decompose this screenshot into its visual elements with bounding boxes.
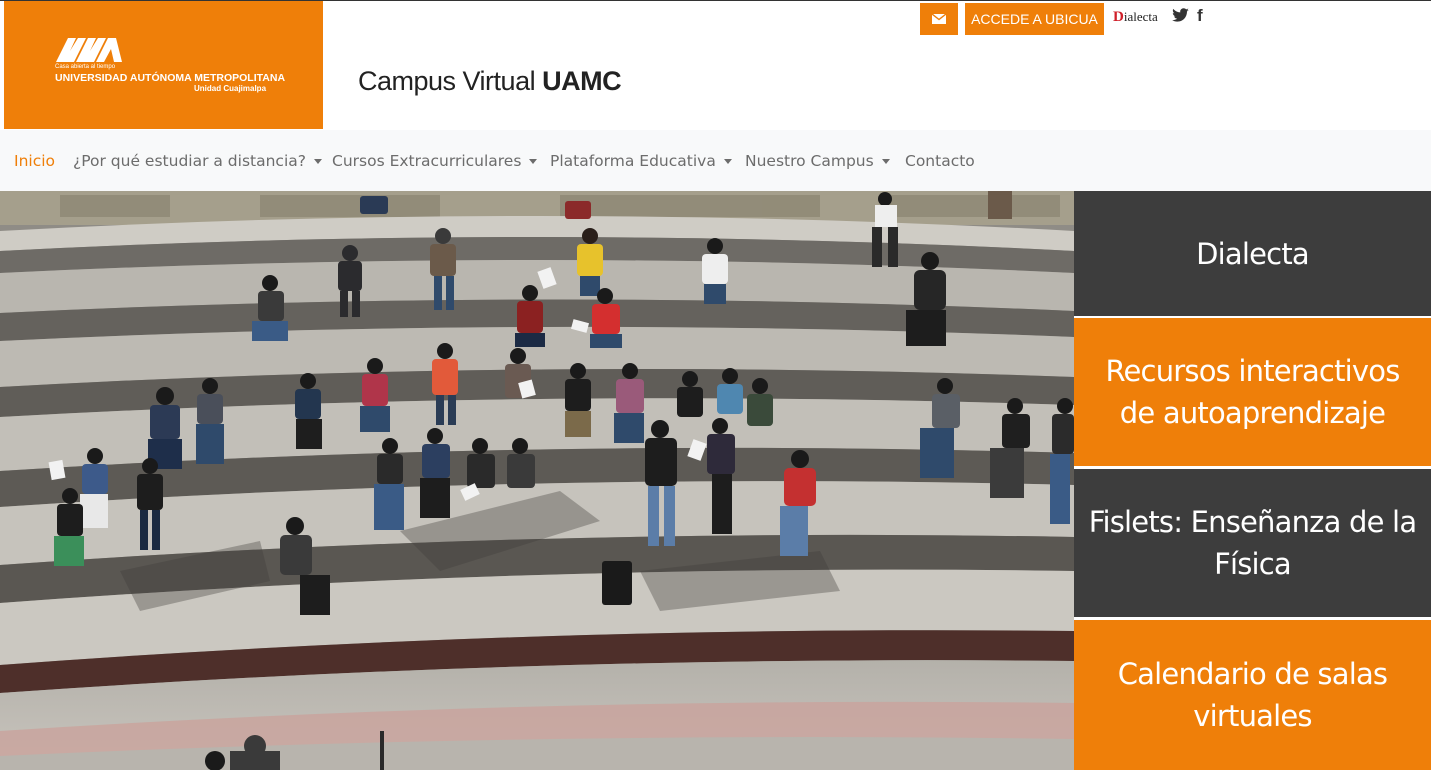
nav-item-nuestro-campus[interactable]: Nuestro Campus [745,130,890,191]
tile-fislets[interactable]: Fislets: Enseñanza de la Física [1074,469,1431,617]
dialecta-logo-link[interactable]: Dialecta [1113,9,1158,26]
envelope-icon [932,14,946,24]
dialecta-logo-initial: D [1113,9,1124,25]
tile-label: Recursos interactivos de autoaprendizaje [1105,354,1400,430]
nav-item-label: Inicio [14,151,56,170]
uam-logo[interactable]: Casa abierta al tiempo UNIVERSIDAD AUTÓN… [4,1,323,129]
dialecta-logo-text: ialecta [1123,9,1158,24]
nav-item-label: Nuestro Campus [745,151,874,170]
amphitheater-photo [0,191,1074,770]
tile-label: Calendario de salas virtuales [1117,657,1388,733]
main-navbar: Inicio ¿Por qué estudiar a distancia? Cu… [0,130,1431,191]
nav-item-label: Contacto [905,151,975,170]
ubicua-button[interactable]: ACCEDE A UBICUA [965,3,1104,35]
nav-item-plataforma-educativa[interactable]: Plataforma Educativa [550,130,732,191]
nav-item-label: Plataforma Educativa [550,151,716,170]
logo-tagline: Casa abierta al tiempo [55,64,116,70]
page-title: Campus Virtual UAMC [358,66,622,97]
facebook-icon[interactable]: f [1197,6,1203,26]
tile-label: Dialecta [1196,236,1310,271]
nav-item-inicio[interactable]: Inicio [14,130,55,191]
twitter-icon[interactable] [1171,8,1190,23]
nav-item-contacto[interactable]: Contacto [905,130,975,191]
logo-unit-name: Unidad Cuajimalpa [194,84,267,93]
caret-down-icon [529,159,538,164]
hero-image [0,191,1074,770]
nav-item-label: Cursos Extracurriculares [332,151,522,170]
caret-down-icon [723,159,732,164]
tile-label: Fislets: Enseñanza de la Física [1088,505,1417,581]
uam-logo-mark-icon [56,38,122,62]
tile-recursos-interactivos[interactable]: Recursos interactivos de autoaprendizaje [1074,318,1431,466]
caret-down-icon [313,159,322,164]
nav-item-cursos-extracurriculares[interactable]: Cursos Extracurriculares [332,130,538,191]
mail-button[interactable] [920,3,958,35]
nav-item-por-que-estudiar[interactable]: ¿Por qué estudiar a distancia? [73,130,322,191]
tile-calendario-salas[interactable]: Calendario de salas virtuales [1074,620,1431,770]
title-light: Campus Virtual [358,66,543,96]
nav-item-label: ¿Por qué estudiar a distancia? [73,151,306,170]
logo-university-name: UNIVERSIDAD AUTÓNOMA METROPOLITANA [55,72,286,84]
title-bold: UAMC [542,66,622,96]
tile-dialecta[interactable]: Dialecta [1074,191,1431,316]
caret-down-icon [881,159,890,164]
